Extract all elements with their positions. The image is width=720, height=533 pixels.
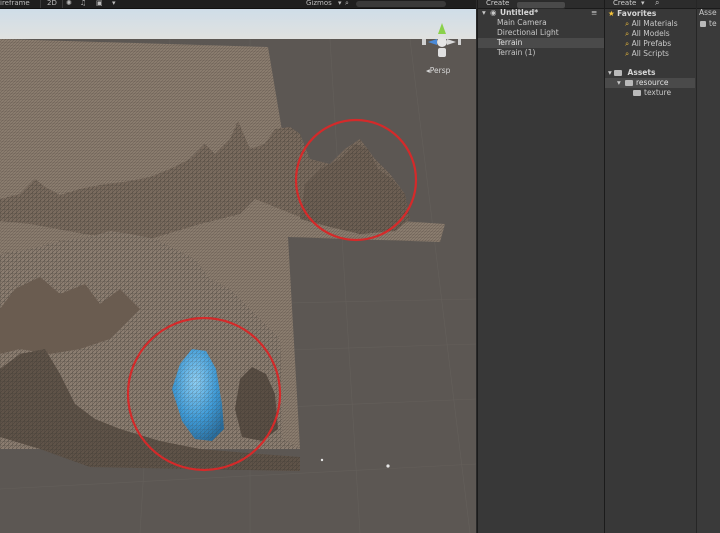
project-folder-tree: ★ Favorites ⌕ All Materials ⌕ All Models… xyxy=(605,9,695,533)
folder-icon xyxy=(614,70,623,76)
effects-dropdown-icon[interactable]: ▾ xyxy=(112,0,116,8)
unity-scene-icon: ◉ xyxy=(490,8,497,17)
scene-search-input[interactable] xyxy=(356,1,446,7)
effects-toggle-icon[interactable]: ▣ xyxy=(96,0,103,8)
assets-breadcrumb[interactable]: Asse xyxy=(699,8,717,18)
hierarchy-panel: Create ▾ ◉ Untitled* ≡ Main Camera Direc… xyxy=(477,0,604,533)
scene-header-row[interactable]: ▾ ◉ Untitled* ≡ xyxy=(478,8,604,18)
gizmos-dropdown[interactable]: Gizmos xyxy=(306,0,332,8)
project-search-icon[interactable]: ⌕ xyxy=(655,0,659,8)
hierarchy-item[interactable]: Terrain (1) xyxy=(478,48,604,58)
project-toolbar: Create ▾ ⌕ xyxy=(605,0,696,9)
scene-view[interactable]: ireframe 2D ✺ ♫ ▣ ▾ Gizmos ▾ ⌕ ◂Persp xyxy=(0,0,476,533)
search-filter-icon: ⌕ xyxy=(625,29,630,38)
scene-options-icon[interactable]: ≡ xyxy=(591,8,597,18)
search-filter-icon: ⌕ xyxy=(625,19,630,28)
expand-arrow-icon: ▾ xyxy=(617,78,621,87)
folder-icon xyxy=(700,21,706,27)
favorite-item[interactable]: ⌕ All Scripts xyxy=(625,49,669,59)
scene-search-icon: ⌕ xyxy=(345,0,349,7)
scene-name: Untitled* xyxy=(500,8,539,17)
star-icon: ★ xyxy=(608,9,615,18)
folder-item-selected[interactable]: ▾ resource xyxy=(605,78,695,88)
search-filter-icon: ⌕ xyxy=(625,39,630,48)
assets-row[interactable]: ▾ Assets xyxy=(608,68,655,78)
scene-toolbar: ireframe 2D ✺ ♫ ▣ ▾ Gizmos ▾ ⌕ xyxy=(0,0,476,9)
camera-projection-label[interactable]: ◂Persp xyxy=(426,66,450,75)
hierarchy-item[interactable]: Directional Light xyxy=(478,28,604,38)
create-dropdown-arrow-icon[interactable]: ▾ xyxy=(641,0,645,7)
folder-icon xyxy=(633,90,641,96)
terrain-viewport xyxy=(0,9,476,533)
asset-item[interactable]: te xyxy=(700,19,717,29)
expand-arrow-icon: ▾ xyxy=(608,68,612,77)
hierarchy-item[interactable]: Main Camera xyxy=(478,18,604,28)
shading-mode-dropdown[interactable]: ireframe xyxy=(0,0,30,8)
folder-item[interactable]: texture xyxy=(633,88,671,98)
project-panel: Create ▾ ⌕ ★ Favorites ⌕ All Materials ⌕… xyxy=(604,0,720,533)
hierarchy-create-dropdown[interactable]: Create xyxy=(486,0,509,8)
lighting-toggle-icon[interactable]: ✺ xyxy=(66,0,72,8)
folder-icon xyxy=(625,80,633,86)
favorite-item[interactable]: ⌕ All Materials xyxy=(625,19,678,29)
gizmos-dropdown-arrow-icon[interactable]: ▾ xyxy=(338,0,342,8)
search-filter-icon: ⌕ xyxy=(625,49,630,58)
expand-arrow-icon: ▾ xyxy=(482,8,486,17)
favorites-row[interactable]: ★ Favorites xyxy=(608,9,656,19)
project-assets-view: Asse te xyxy=(696,0,720,533)
hierarchy-item-selected[interactable]: Terrain xyxy=(478,38,604,48)
favorite-item[interactable]: ⌕ All Prefabs xyxy=(625,39,671,49)
audio-toggle-icon[interactable]: ♫ xyxy=(80,0,86,8)
project-create-dropdown[interactable]: Create xyxy=(613,0,636,8)
toggle-2d-button[interactable]: 2D xyxy=(47,0,57,8)
favorite-item[interactable]: ⌕ All Models xyxy=(625,29,670,39)
